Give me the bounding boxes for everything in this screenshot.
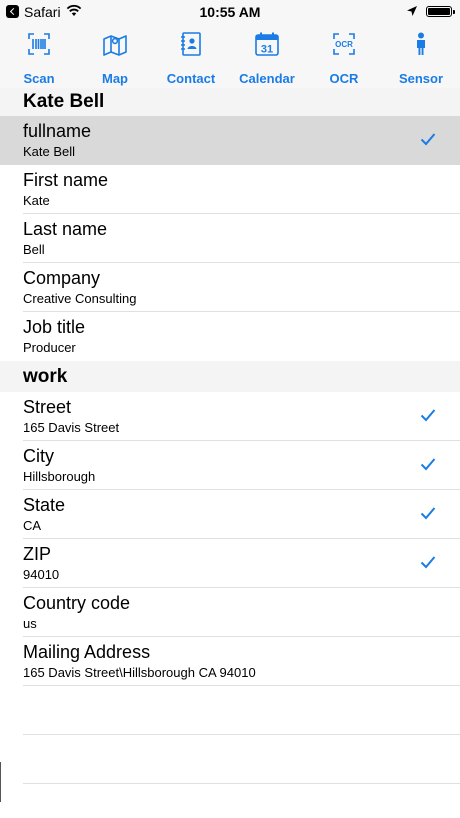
field-row-last-name[interactable]: Last name Bell — [0, 214, 460, 263]
calendar-icon: 31 — [255, 32, 279, 56]
toolbar-item-label: Calendar — [239, 71, 295, 86]
barcode-icon — [28, 33, 50, 55]
field-label: Job title — [23, 317, 86, 337]
ocr-icon-text: OCR — [335, 40, 353, 49]
field-value: Hillsborough — [23, 469, 96, 484]
section-header-work: work — [0, 361, 460, 392]
field-value: Kate Bell — [23, 144, 76, 159]
field-label: Street — [23, 397, 72, 417]
field-row-mailing-address[interactable]: Mailing Address 165 Davis Street\Hillsbo… — [0, 637, 460, 686]
ocr-icon: OCR — [333, 33, 355, 55]
field-value: Kate — [23, 193, 50, 208]
checkmark-icon — [420, 409, 436, 422]
toolbar-item-scan[interactable]: Scan — [1, 24, 77, 88]
field-label: Country code — [23, 593, 131, 613]
status-bar: Safari 10:55 AM — [0, 0, 460, 24]
field-value: Bell — [23, 242, 45, 257]
empty-row-divider — [23, 783, 460, 784]
field-row-company[interactable]: Company Creative Consulting — [0, 263, 460, 312]
field-label: State — [23, 495, 66, 515]
field-value: Producer — [23, 340, 76, 355]
toolbar-item-ocr[interactable]: OCR OCR — [306, 24, 382, 88]
field-label: ZIP — [23, 544, 52, 564]
field-label: fullname — [23, 121, 92, 141]
toolbar-item-label: Sensor — [398, 71, 444, 86]
field-row-country-code[interactable]: Country code us — [0, 588, 460, 637]
clock: 10:55 AM — [199, 4, 261, 20]
field-value: CA — [23, 518, 42, 533]
toolbar-item-label: Scan — [23, 71, 55, 86]
scroll-edge-indicator — [0, 762, 1, 802]
field-row-state[interactable]: State CA — [0, 490, 460, 539]
field-row-job-title[interactable]: Job title Producer — [0, 312, 460, 361]
field-label: Mailing Address — [23, 642, 151, 662]
checkmark-icon — [420, 133, 436, 146]
field-row-city[interactable]: City Hillsborough — [0, 441, 460, 490]
person-icon — [417, 32, 425, 55]
toolbar-item-label: Contact — [166, 71, 216, 86]
field-label: City — [23, 446, 54, 466]
field-value: Creative Consulting — [23, 291, 137, 306]
field-label: First name — [23, 170, 109, 190]
toolbar-item-calendar[interactable]: 31 Calendar — [229, 24, 305, 88]
toolbar: Scan Map Contact 31 Calendar OCR OCR Sen… — [0, 24, 460, 88]
checkmark-icon — [420, 458, 436, 471]
checkmark-icon — [420, 556, 436, 569]
field-value: 94010 — [23, 567, 60, 582]
field-value: 165 Davis Street\Hillsborough CA 94010 — [23, 665, 256, 680]
field-label: Company — [23, 268, 101, 288]
checkmark-icon — [420, 507, 436, 520]
toolbar-item-sensor[interactable]: Sensor — [383, 24, 459, 88]
field-row-first-name[interactable]: First name Kate — [0, 165, 460, 214]
field-value: 165 Davis Street — [23, 420, 120, 435]
map-icon — [103, 35, 127, 56]
row-divider — [23, 685, 460, 686]
contact-name-header: Kate Bell — [0, 88, 460, 116]
battery-icon — [426, 6, 455, 17]
toolbar-item-label: OCR — [329, 71, 359, 86]
toolbar-item-contact[interactable]: Contact — [153, 24, 229, 88]
field-row-fullname[interactable]: fullname Kate Bell — [0, 116, 460, 165]
field-row-street[interactable]: Street 165 Davis Street — [0, 392, 460, 441]
calendar-day-number: 31 — [261, 44, 273, 56]
toolbar-item-label: Map — [102, 71, 128, 86]
field-label: Last name — [23, 219, 108, 239]
toolbar-item-map[interactable]: Map — [77, 24, 153, 88]
contact-book-icon — [181, 32, 201, 56]
field-value: us — [23, 616, 37, 631]
field-row-zip[interactable]: ZIP 94010 — [0, 539, 460, 588]
location-arrow-icon — [407, 6, 417, 16]
empty-row-divider — [23, 734, 460, 735]
